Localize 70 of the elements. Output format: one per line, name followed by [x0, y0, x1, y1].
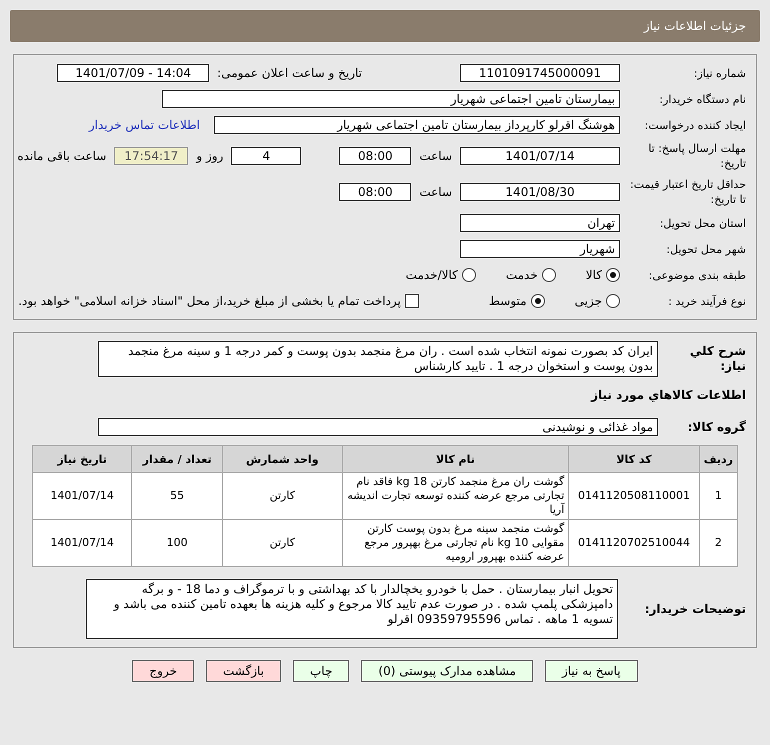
field-label: ایجاد کننده درخواست: — [644, 118, 746, 132]
radio-label: متوسط — [488, 294, 527, 308]
need-number-field: 1101091745000091 — [460, 64, 620, 82]
column-header: واحد شمارش — [222, 446, 342, 472]
radio-button[interactable] — [462, 268, 476, 282]
validity-time-field: 08:00 — [339, 183, 412, 201]
field-label: نام دستگاه خریدار: — [658, 92, 746, 106]
section-title: اطلاعات کالاهاي مورد نياز — [590, 388, 746, 402]
table-cell: گوشت ران مرغ منجمد کارتن 18 kg فاقد نام تجارتی مرجع عرضه کننده توسعه تجارت اندیشه آریا — [342, 472, 569, 520]
column-header: تاریخ نیاز — [32, 446, 132, 472]
field-label: گروه کالا: — [686, 420, 746, 434]
validity-date-field: 1401/08/30 — [460, 183, 620, 201]
action-button[interactable]: بازگشت — [206, 660, 281, 682]
field-label: ساعت — [419, 185, 452, 199]
radio-label: کالا/خدمت — [406, 268, 458, 282]
column-header: نام کالا — [342, 446, 569, 472]
radio-button[interactable] — [542, 268, 556, 282]
contact-link[interactable]: اطلاعات تماس خریدار — [88, 118, 200, 132]
buyer-notes-box: تحویل انبار بیمارستان . حمل با خودرو یخچالدار با کد بهداشتی و با ترموگراف و دما 18 - و برگه دامپزشکی پلمپ شده . در صورت عدم تایید کالا مرجوع و کلیه هزینه ها بعهده تامین کننده می باشد و تسویه 1 ماهه . تماس 09359795596 اقرلو — [86, 579, 618, 639]
column-header: تعداد / مقدار — [132, 446, 222, 472]
announce-date-field: 1401/07/09 - 14:04 — [57, 64, 210, 82]
field-label: ساعت — [419, 149, 452, 163]
radio-label: کالا — [586, 268, 602, 282]
field-label: شرح کلي نياز: — [688, 344, 746, 374]
description-box: ایران کد بصورت نمونه انتخاب شده است . ران مرغ منجمد بدون پوست و کمر درجه 1 و سینه مرغ منجمد بدون پوست و استخوان درجه 1 . تایید کارشناس — [98, 341, 658, 377]
table-cell: کارتن — [222, 520, 342, 566]
province-field: تهران — [460, 214, 620, 232]
radio-label: جزیی — [574, 294, 602, 308]
radio-label: خدمت — [506, 268, 538, 282]
field-label: شماره نیاز: — [692, 66, 746, 80]
requester-field: هوشنگ اقرلو کارپرداز بیمارستان تامین اجتماعی شهریار — [214, 116, 620, 134]
action-button[interactable]: چاپ — [293, 660, 350, 682]
radio-button[interactable] — [606, 268, 620, 282]
action-button[interactable]: پاسخ به نیاز — [544, 660, 638, 682]
field-label: توضیحات خریدار: — [644, 602, 746, 616]
radio-button[interactable] — [530, 294, 545, 308]
field-label: مهلت ارسال پاسخ: تا تاریخ: — [647, 141, 746, 171]
table-cell: 1401/07/14 — [32, 520, 132, 566]
deadline-date-field: 1401/07/14 — [460, 147, 620, 165]
action-button[interactable]: خروج — [132, 660, 194, 682]
days-field: 4 — [231, 147, 302, 165]
goods-group-field: مواد غذائی و نوشیدنی — [98, 418, 658, 436]
table-cell: کارتن — [222, 472, 342, 520]
field-label: تاریخ و ساعت اعلان عمومی: — [217, 66, 362, 80]
page-title: جزئیات اطلاعات نیاز — [10, 10, 760, 42]
table-cell: 55 — [132, 472, 222, 520]
remaining-time-field: 17:54:17 — [114, 147, 188, 165]
radio-button[interactable] — [606, 294, 620, 308]
field-label: روز و — [196, 149, 224, 163]
table-cell: 100 — [132, 520, 222, 566]
field-label: حداقل تاریخ اعتبار قیمت: تا تاریخ: — [629, 177, 746, 207]
buyer-org-field: بیمارستان تامین اجتماعی شهریار — [162, 90, 620, 108]
checkbox-label: پرداخت تمام یا بخشی از مبلغ خرید،از محل "اسناد خزانه اسلامی" خواهد بود. — [18, 294, 401, 308]
column-header: ردیف — [699, 446, 738, 472]
table-cell: 0141120508110001 — [568, 472, 700, 520]
table-cell: گوشت منجمد سینه مرغ بدون پوست کارتن مقوایی 10 kg نام تجارتی مرغ بهپرور مرجع عرضه کننده بهپرور ارومیه — [342, 520, 569, 566]
field-label: نوع فرآیند خرید : — [667, 294, 746, 308]
table-cell: 0141120702510044 — [568, 520, 700, 566]
deadline-time-field: 08:00 — [339, 147, 412, 165]
checkbox[interactable] — [404, 294, 419, 308]
table-cell: 2 — [699, 520, 738, 566]
field-label: شهر محل تحویل: — [665, 242, 746, 256]
table-cell: 1 — [699, 472, 738, 520]
field-label: ساعت باقی مانده — [17, 149, 106, 163]
field-label: استان محل تحویل: — [658, 216, 746, 230]
column-header: کد کالا — [568, 446, 700, 472]
table-cell: 1401/07/14 — [32, 472, 132, 520]
city-field: شهریار — [460, 240, 620, 258]
field-label: طبقه بندی موضوعی: — [648, 268, 746, 282]
action-button[interactable]: مشاهده مدارک پیوستی (0) — [361, 660, 533, 682]
